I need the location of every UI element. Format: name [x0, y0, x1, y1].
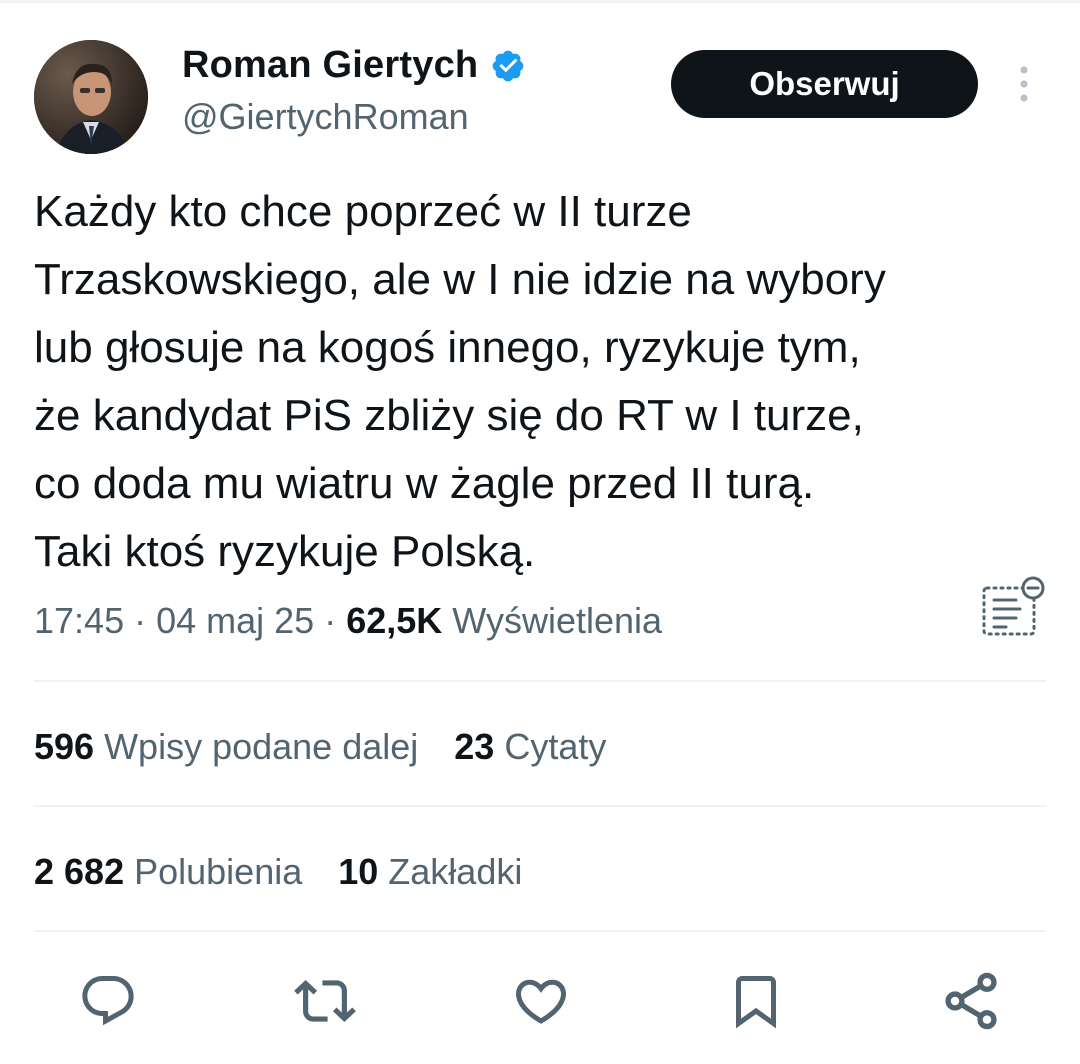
- author-name-row[interactable]: Roman Giertych: [182, 44, 526, 87]
- divider: [34, 930, 1046, 932]
- follow-button[interactable]: Obserwuj: [671, 50, 978, 118]
- author-handle[interactable]: @GiertychRoman: [182, 96, 469, 138]
- views-count: 62,5K: [346, 600, 443, 641]
- bookmarks-stat[interactable]: 10 Zakładki: [338, 851, 522, 893]
- meta-separator: ·: [124, 600, 157, 641]
- author-name[interactable]: Roman Giertych: [182, 44, 478, 87]
- tweet-meta: 17:45 · 04 maj 25 · 62,5K Wyświetlenia: [34, 600, 662, 642]
- views-label: Wyświetlenia: [442, 600, 663, 641]
- tweet-time[interactable]: 17:45: [34, 600, 124, 641]
- quotes-count: 23: [454, 726, 495, 767]
- bookmarks-label: Zakładki: [388, 851, 523, 892]
- more-vertical-icon[interactable]: [1010, 62, 1038, 108]
- tweet-date[interactable]: 04 maj 25: [156, 600, 314, 641]
- reposts-label: Wpisy podane dalej: [104, 726, 419, 767]
- bookmark-icon[interactable]: [723, 968, 789, 1034]
- reply-icon[interactable]: [75, 968, 141, 1034]
- avatar[interactable]: [34, 40, 148, 154]
- like-icon[interactable]: [508, 968, 574, 1034]
- divider: [34, 680, 1046, 682]
- tweet-text: Każdy kto chce poprzeć w II turze Trzask…: [34, 187, 886, 576]
- bookmarks-count: 10: [338, 851, 379, 892]
- stats-row-likes: 2 682 Polubienia 10 Zakładki: [34, 851, 522, 893]
- meta-separator: ·: [314, 600, 347, 641]
- share-icon[interactable]: [938, 968, 1004, 1034]
- likes-stat[interactable]: 2 682 Polubienia: [34, 851, 302, 893]
- translate-icon[interactable]: [976, 574, 1048, 640]
- quotes-label: Cytaty: [504, 726, 607, 767]
- divider: [34, 805, 1046, 807]
- reposts-stat[interactable]: 596 Wpisy podane dalej: [34, 726, 418, 768]
- stats-row-reposts: 596 Wpisy podane dalej 23 Cytaty: [34, 726, 606, 768]
- verified-badge-icon: [490, 48, 526, 84]
- likes-label: Polubienia: [134, 851, 303, 892]
- quotes-stat[interactable]: 23 Cytaty: [454, 726, 606, 768]
- profile-photo: [34, 40, 148, 154]
- likes-count: 2 682: [34, 851, 125, 892]
- top-border: [0, 0, 1080, 3]
- reposts-count: 596: [34, 726, 95, 767]
- retweet-icon[interactable]: [292, 968, 358, 1034]
